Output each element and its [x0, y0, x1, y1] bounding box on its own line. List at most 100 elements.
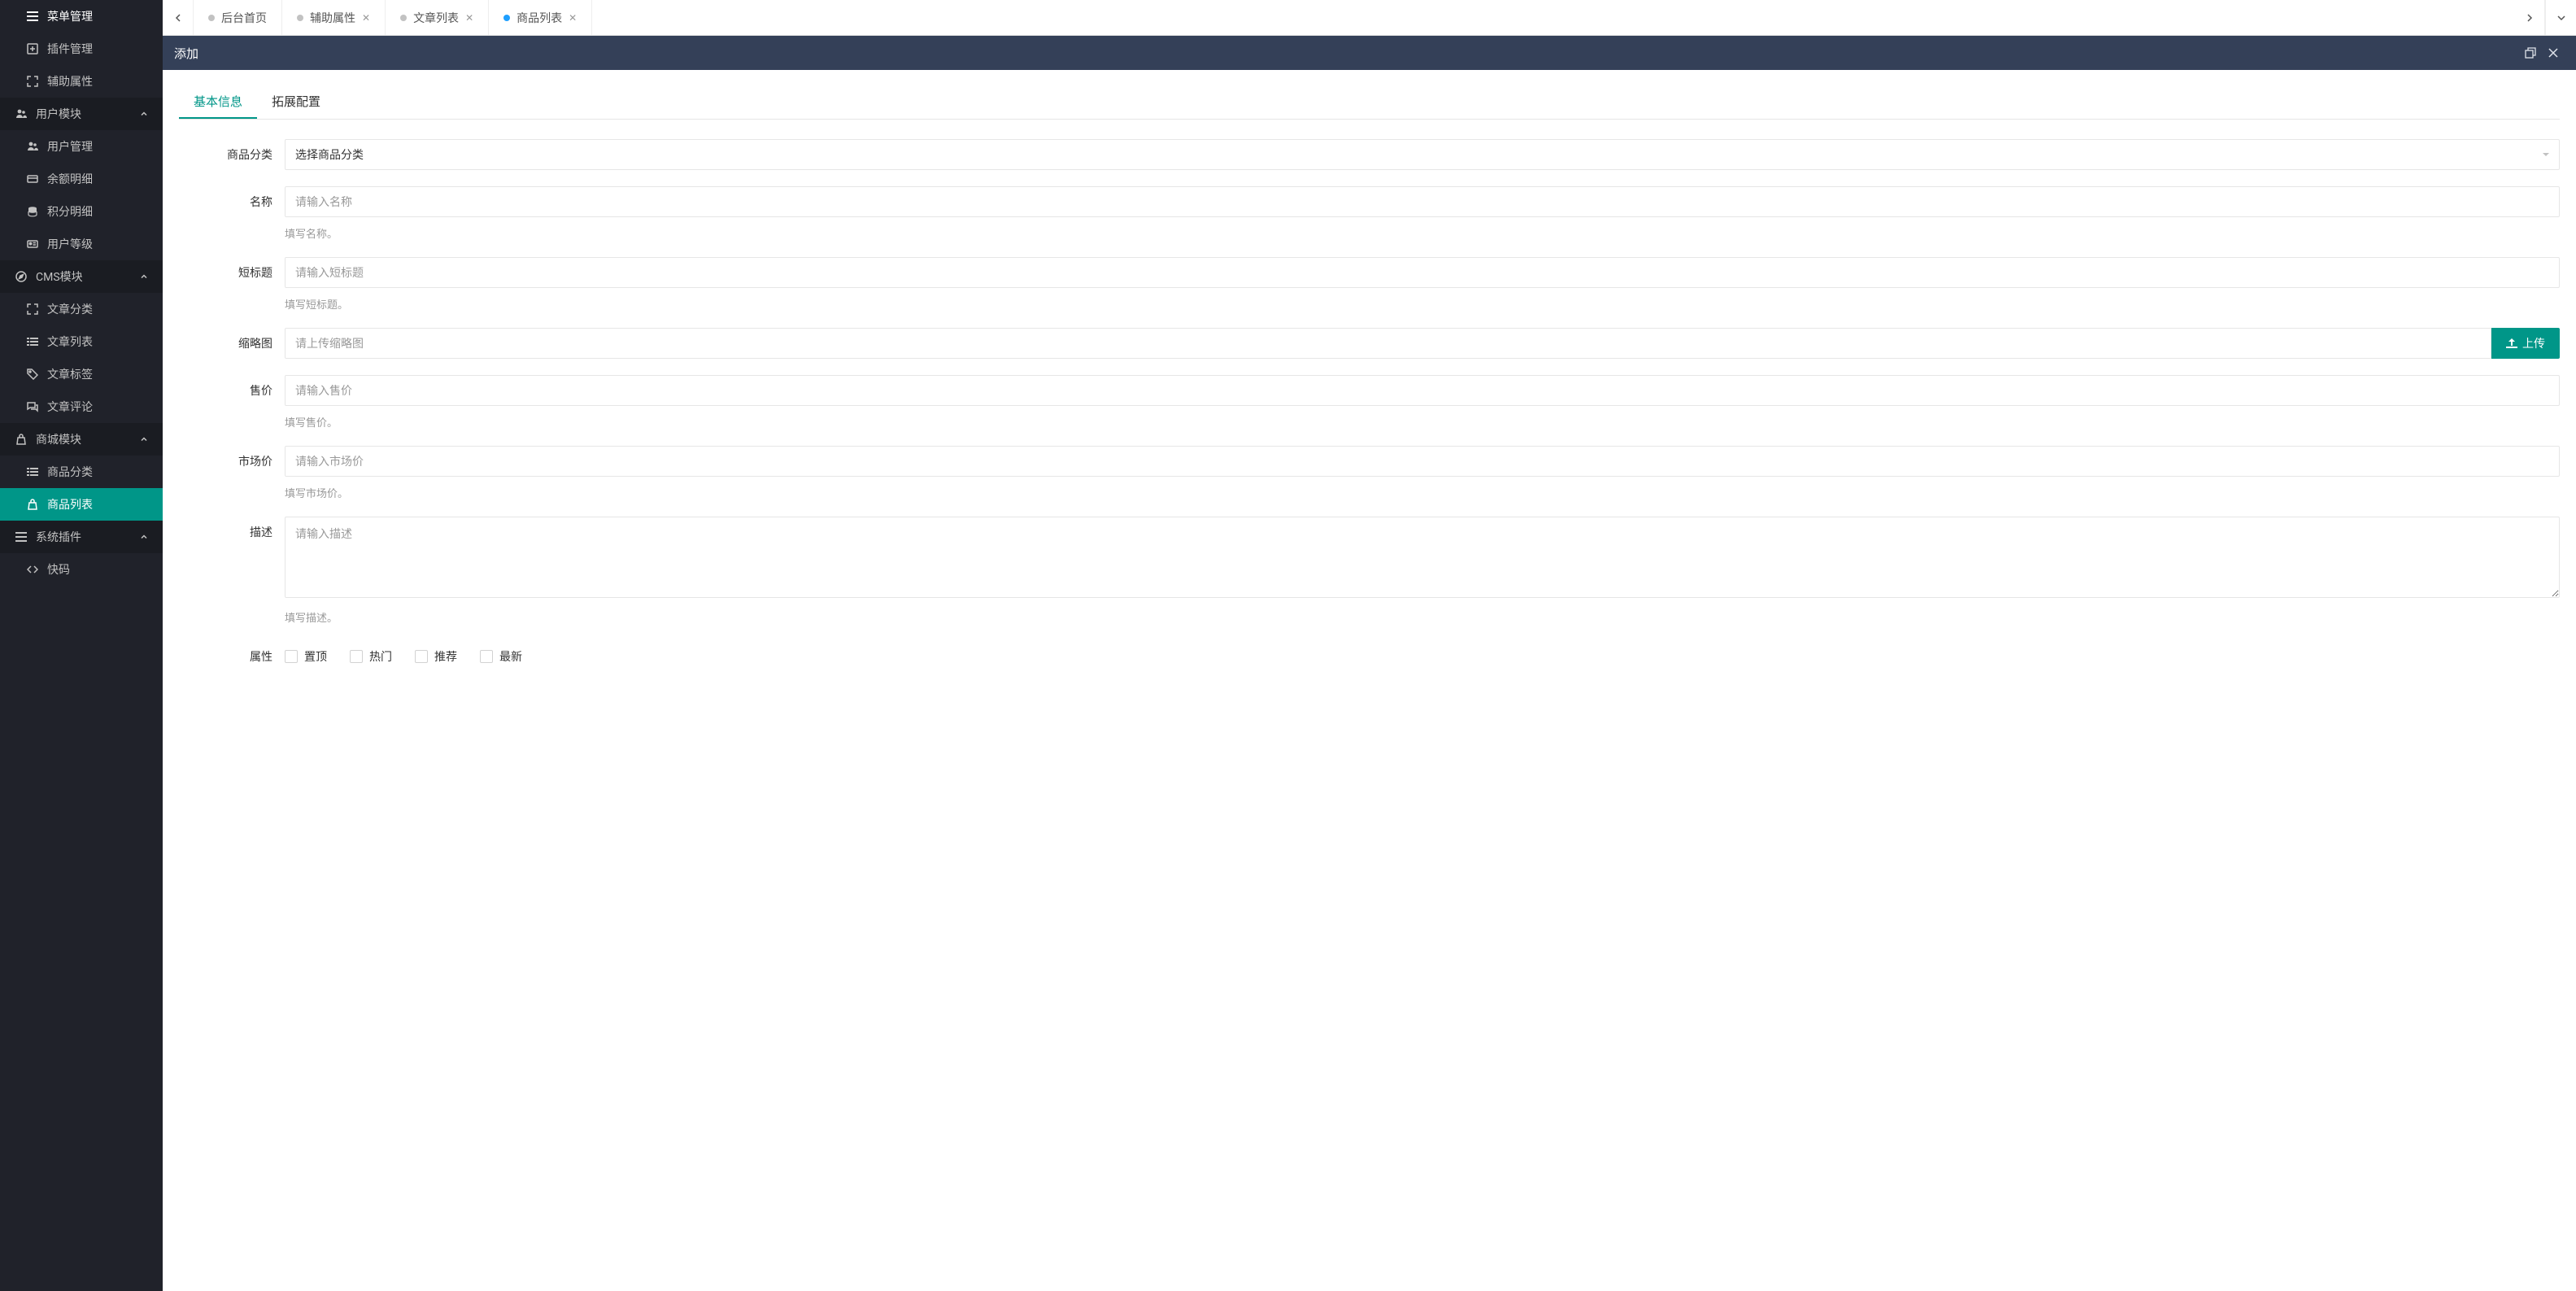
tab-scroll-right[interactable] [2514, 0, 2545, 35]
tab-product-list[interactable]: 商品列表 ✕ [489, 0, 592, 35]
maximize-icon[interactable] [2519, 47, 2542, 59]
expand-icon [26, 76, 39, 87]
tab-label: 辅助属性 [310, 10, 355, 26]
tab-article-list[interactable]: 文章列表 ✕ [386, 0, 489, 35]
sidebar-item-article-category[interactable]: 文章分类 [0, 293, 163, 325]
upload-button-label: 上传 [2522, 335, 2545, 351]
inner-tab-label: 拓展配置 [272, 94, 320, 109]
short-title-hint: 填写短标题。 [285, 296, 2560, 312]
sidebar-item-label: 余额明细 [47, 171, 93, 187]
sidebar-item-label: 文章分类 [47, 301, 93, 317]
short-title-input[interactable] [285, 257, 2560, 288]
sidebar-group-user-module[interactable]: 用户模块 [0, 98, 163, 130]
database-icon [26, 206, 39, 217]
sidebar-item-quick-code[interactable]: 快码 [0, 553, 163, 586]
sidebar-item-article-list[interactable]: 文章列表 [0, 325, 163, 358]
sidebar-group-label: CMS模块 [36, 268, 83, 285]
sidebar-item-user-manage[interactable]: 用户管理 [0, 130, 163, 163]
bars-icon [26, 11, 39, 22]
category-select[interactable]: 选择商品分类 [285, 139, 2560, 170]
sidebar-item-product-category[interactable]: 商品分类 [0, 456, 163, 488]
sidebar-item-article-tags[interactable]: 文章标签 [0, 358, 163, 390]
chevron-up-icon [140, 533, 148, 541]
upload-icon [2506, 338, 2517, 349]
close-icon[interactable]: ✕ [362, 12, 370, 24]
checkbox-label: 热门 [369, 648, 392, 665]
upload-button[interactable]: 上传 [2491, 328, 2560, 359]
category-select-value: 选择商品分类 [295, 146, 364, 163]
sidebar-item-label: 用户管理 [47, 138, 93, 155]
sidebar-item-label: 商品列表 [47, 496, 93, 512]
tab-label: 商品列表 [517, 10, 562, 26]
checkbox-label: 最新 [499, 648, 522, 665]
chevron-up-icon [140, 435, 148, 443]
sidebar-item-label: 文章列表 [47, 334, 93, 350]
tab-dropdown[interactable] [2545, 0, 2576, 35]
users-icon [15, 108, 28, 120]
market-price-hint: 填写市场价。 [285, 485, 2560, 500]
list-icon [26, 466, 39, 478]
tabbar: 后台首页 辅助属性 ✕ 文章列表 ✕ 商品列表 ✕ [163, 0, 2576, 36]
sidebar-item-aux-attr[interactable]: 辅助属性 [0, 65, 163, 98]
tag-icon [26, 369, 39, 380]
checkbox-label: 推荐 [434, 648, 457, 665]
checkbox-icon [415, 650, 428, 663]
close-icon[interactable]: ✕ [569, 12, 577, 24]
category-label: 商品分类 [179, 139, 285, 163]
close-icon[interactable]: ✕ [465, 12, 473, 24]
price-input[interactable] [285, 375, 2560, 406]
tab-scroll-left[interactable] [163, 0, 194, 35]
thumb-label: 缩略图 [179, 328, 285, 351]
sidebar-item-plugin-manage[interactable]: 插件管理 [0, 33, 163, 65]
checkbox-label: 置顶 [304, 648, 327, 665]
sidebar-item-label: 插件管理 [47, 41, 93, 57]
attr-checkbox-recommend[interactable]: 推荐 [415, 648, 457, 665]
sidebar-item-label: 菜单管理 [47, 8, 93, 24]
inner-tab-label: 基本信息 [194, 94, 242, 109]
checkbox-icon [285, 650, 298, 663]
inner-tab-basic[interactable]: 基本信息 [179, 85, 257, 119]
sidebar-group-shop-module[interactable]: 商城模块 [0, 423, 163, 456]
card-icon [26, 173, 39, 185]
chevron-up-icon [140, 110, 148, 118]
chevron-up-icon [140, 273, 148, 281]
inner-tab-extend[interactable]: 拓展配置 [257, 85, 335, 119]
close-icon[interactable] [2542, 47, 2565, 59]
price-hint: 填写售价。 [285, 414, 2560, 430]
desc-label: 描述 [179, 517, 285, 540]
tab-label: 文章列表 [413, 10, 459, 26]
sidebar-group-label: 系统插件 [36, 529, 81, 545]
sidebar-item-label: 文章评论 [47, 399, 93, 415]
tab-dot-icon [400, 15, 407, 21]
sidebar-item-points[interactable]: 积分明细 [0, 195, 163, 228]
list-icon [26, 336, 39, 347]
attr-checkbox-newest[interactable]: 最新 [480, 648, 522, 665]
market-price-label: 市场价 [179, 446, 285, 469]
name-input[interactable] [285, 186, 2560, 217]
sidebar-group-cms-module[interactable]: CMS模块 [0, 260, 163, 293]
sidebar-item-menu-manage[interactable]: 菜单管理 [0, 0, 163, 33]
compass-icon [15, 271, 28, 282]
sidebar-item-user-level[interactable]: 用户等级 [0, 228, 163, 260]
thumb-input[interactable] [285, 328, 2491, 359]
short-title-label: 短标题 [179, 257, 285, 281]
desc-textarea[interactable] [285, 517, 2560, 598]
code-icon [26, 564, 39, 575]
checkbox-icon [350, 650, 363, 663]
name-label: 名称 [179, 186, 285, 210]
users-icon [26, 141, 39, 152]
sidebar: 菜单管理 插件管理 辅助属性 用户模块 [0, 0, 163, 1291]
tab-home[interactable]: 后台首页 [194, 0, 282, 35]
tab-aux-attr[interactable]: 辅助属性 ✕ [282, 0, 386, 35]
sidebar-item-label: 用户等级 [47, 236, 93, 252]
sidebar-item-product-list[interactable]: 商品列表 [0, 488, 163, 521]
sidebar-item-balance[interactable]: 余额明细 [0, 163, 163, 195]
attr-checkbox-top[interactable]: 置顶 [285, 648, 327, 665]
sidebar-item-article-comments[interactable]: 文章评论 [0, 390, 163, 423]
market-price-input[interactable] [285, 446, 2560, 477]
plus-square-icon [26, 43, 39, 55]
attr-checkbox-hot[interactable]: 热门 [350, 648, 392, 665]
expand-icon [26, 303, 39, 315]
drawer-header: 添加 [163, 36, 2576, 70]
sidebar-group-system-plugin[interactable]: 系统插件 [0, 521, 163, 553]
